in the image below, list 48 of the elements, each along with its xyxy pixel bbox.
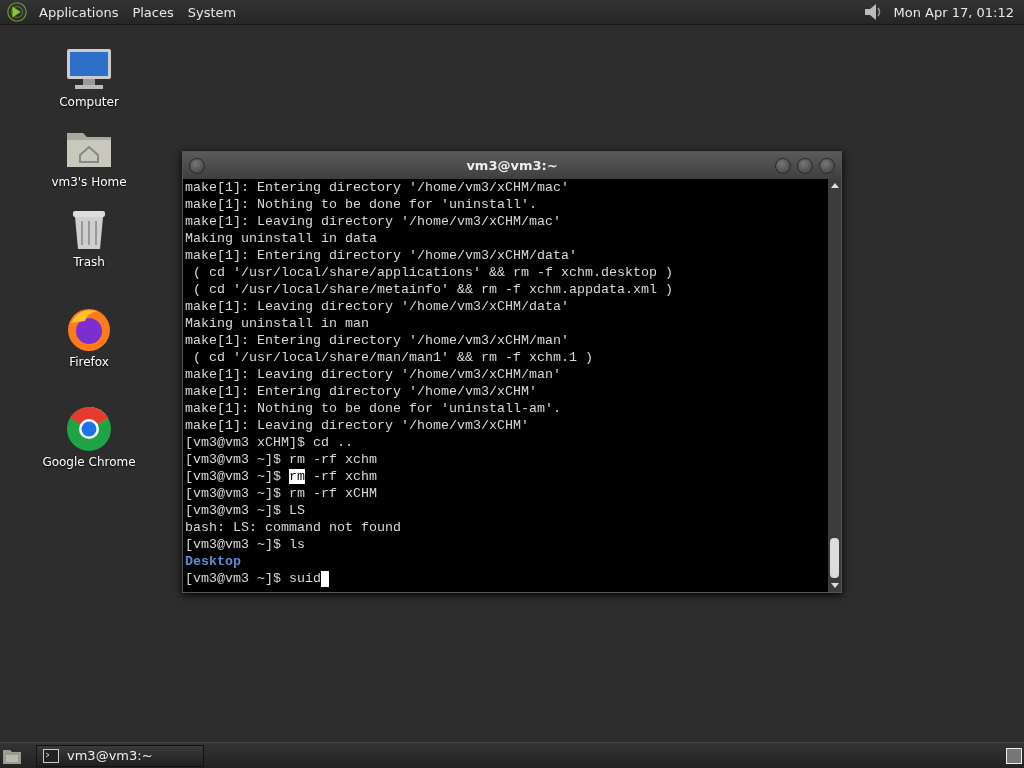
scrollbar[interactable] [828,179,841,592]
icon-label[interactable]: Trash [73,255,105,269]
terminal-line: ( cd '/usr/local/share/applications' && rm -f xchm.desktop ) [192,264,673,281]
terminal-line: make[1]: Nothing to be done for 'uninstall'. [185,196,537,213]
scroll-up-icon[interactable] [829,181,840,189]
terminal-line: [vm3@vm3 ~]$ rm -rf xchm [185,451,377,468]
terminal-line: make[1]: Nothing to be done for 'uninstall-am'. [185,400,561,417]
terminal-line: [vm3@vm3 ~]$ ls [185,536,305,553]
terminal-line: make[1]: Leaving directory '/home/vm3/xCHM/data' [185,298,569,315]
scroll-down-icon[interactable] [829,582,840,590]
browser-icon[interactable] [65,405,113,453]
terminal-line: ( cd '/usr/local/share/metainfo' && rm -f xchm.appdata.xml ) [192,281,673,298]
terminal-line: make[1]: Entering directory '/home/vm3/xCHM/data' [185,247,577,264]
menu-item[interactable]: Places [127,2,179,22]
text-cursor [321,570,329,587]
taskbar-button[interactable]: vm3@vm3:~ [36,744,204,767]
terminal-line: make[1]: Leaving directory '/home/vm3/xCHM/mac' [185,213,561,230]
main-menu-icon[interactable] [6,1,28,23]
terminal-line: [vm3@vm3 xCHM]$ cd .. [185,434,353,451]
window-title: vm3@vm3:~ [466,158,558,173]
clock[interactable]: Mon Apr 17, 01:12 [887,4,1018,20]
menu-item[interactable]: System [182,2,242,22]
workspace-switcher[interactable] [1006,747,1022,764]
menu-item[interactable]: Applications [34,2,124,22]
terminal-line: make[1]: Leaving directory '/home/vm3/xCHM' [185,417,529,434]
maximize-button[interactable] [797,157,813,174]
terminal-line: [vm3@vm3 ~]$ suid [185,570,321,587]
terminal-line: make[1]: Leaving directory '/home/vm3/xCHM/man' [185,366,561,383]
icon-label[interactable]: Google Chrome [42,455,136,469]
scrollbar-thumb[interactable] [830,538,839,578]
terminal-line: [vm3@vm3 ~]$ rm -rf xchm [185,468,377,485]
directory-name: Desktop [185,553,241,570]
terminal-line: make[1]: Entering directory '/home/vm3/xCHM' [185,383,537,400]
icon-label[interactable]: vm3's Home [51,175,127,189]
icon-label[interactable]: Computer [59,95,119,109]
terminal-icon [43,748,59,763]
terminal-line: make[1]: Entering directory '/home/vm3/xCHM/mac' [185,179,569,196]
terminal-line: [vm3@vm3 ~]$ LS [185,502,305,519]
terminal-line: ( cd '/usr/local/share/man/man1' && rm -f xchm.1 ) [192,349,593,366]
minimize-button[interactable] [775,157,791,174]
terminal-line: [vm3@vm3 ~]$ rm -rf xCHM [185,485,377,502]
terminal-line: Making uninstall in data [185,230,377,247]
terminal-line: Making uninstall in man [185,315,369,332]
icon-label[interactable]: Firefox [69,355,109,369]
terminal-line: make[1]: Entering directory '/home/vm3/xCHM/man' [185,332,569,349]
close-button[interactable] [819,157,835,174]
terminal-line: bash: LS: command not found [185,519,401,536]
window-menu-button[interactable] [189,157,205,174]
